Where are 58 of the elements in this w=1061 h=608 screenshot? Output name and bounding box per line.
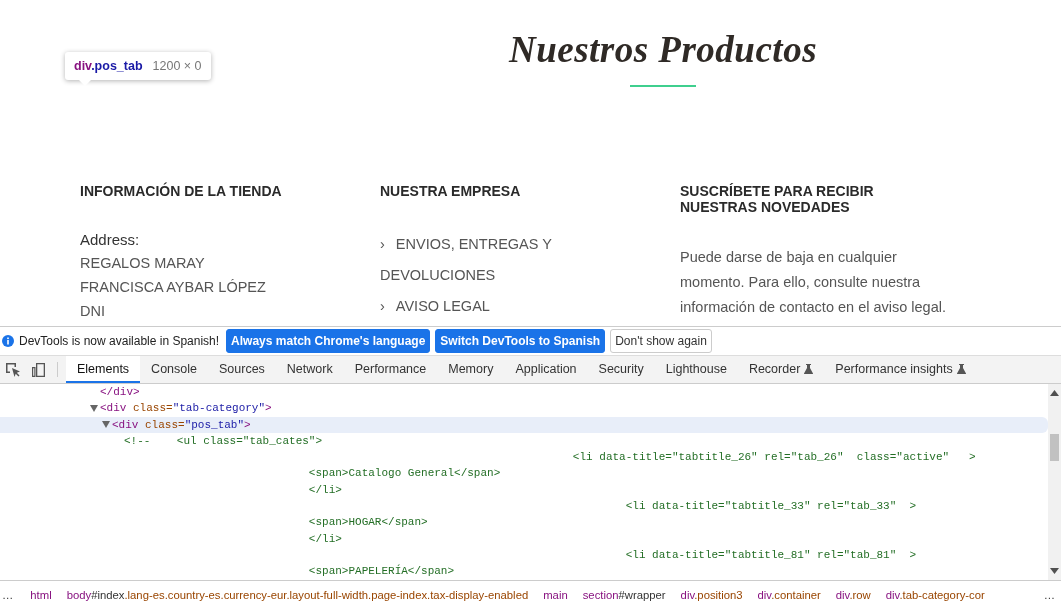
dom-node-line[interactable]: </div>	[100, 384, 140, 401]
devtools-tab[interactable]: Security	[587, 356, 655, 383]
column-heading: NUESTRA EMPRESA	[380, 183, 522, 199]
info-icon	[2, 335, 14, 347]
comment-line: <li data-title="tabtitle_81" rel="tab_81" >	[624, 547, 917, 563]
footer-link[interactable]: › ENVIOS, ENTREGAS Y DEVOLUCIONES	[380, 229, 565, 291]
address-line: FRANCISCA AYBAR LÓPEZ	[80, 278, 267, 297]
newsletter-text: Puede darse de baja en cualquier momento. Para ello, consulte nuestra información de contacto en el aviso legal.	[680, 248, 947, 317]
devtools-tab[interactable]: Memory	[437, 356, 505, 383]
comment-line: <!-- <ul class="tab_cates">	[124, 433, 323, 449]
scroll-up-icon[interactable]	[1050, 390, 1059, 396]
devtools-tab[interactable]: Console	[140, 356, 208, 383]
devtools-tab[interactable]: Elements	[66, 356, 141, 383]
comment-line: </li>	[307, 531, 342, 547]
devtools-tab[interactable]: Recorder	[737, 356, 825, 383]
devtools-tab[interactable]: Network	[275, 356, 344, 383]
breadcrumb-item[interactable]: section#wrapper	[582, 588, 666, 601]
comment-line: <span>HOGAR</span>	[307, 515, 428, 531]
breadcrumb-item[interactable]: html	[30, 588, 52, 601]
infobar-button[interactable]: Don't show again	[610, 329, 712, 353]
breadcrumb-item[interactable]: main	[543, 588, 568, 601]
scroll-down-icon[interactable]	[1050, 568, 1059, 574]
comment-line: <li data-title="tabtitle_26" rel="tab_26" class="active" >	[571, 450, 976, 466]
breadcrumb-item[interactable]: div.container	[757, 588, 821, 601]
address-line: DNI	[80, 302, 106, 321]
column-heading: INFORMACIÓN DE LA TIENDA	[80, 183, 283, 199]
scroll-left-button[interactable]: …	[0, 588, 16, 601]
address-label: Address:	[80, 230, 141, 250]
flask-icon	[804, 363, 814, 374]
infobar-button[interactable]: Switch DevTools to Spanish	[435, 329, 606, 353]
breadcrumb-item[interactable]: div.row	[835, 588, 871, 601]
device-toolbar-icon[interactable]	[31, 361, 47, 378]
address-line: REGALOS MARAY	[80, 254, 206, 273]
infobar-button[interactable]: Always match Chrome's language	[226, 329, 431, 353]
devtools-tab[interactable]: Performance	[343, 356, 438, 383]
scroll-right-button[interactable]: …	[1041, 588, 1057, 601]
breadcrumb-item[interactable]: div.tab-category-cor	[885, 588, 985, 601]
scrollbar-thumb[interactable]	[1050, 433, 1059, 461]
inspect-element-icon[interactable]	[5, 361, 21, 378]
devtools-tab[interactable]: Lighthouse	[654, 356, 738, 383]
breadcrumb-item[interactable]: div.position3	[680, 588, 743, 601]
comment-line: </li>	[307, 482, 342, 498]
column-heading: SUSCRÍBETE PARA RECIBIR NUESTRAS NOVEDADES	[680, 183, 875, 215]
scrollbar[interactable]	[1048, 384, 1061, 580]
dom-node-line[interactable]: <div class="tab-category">	[100, 400, 272, 417]
footer-link[interactable]: › AVISO LEGAL	[380, 291, 565, 322]
devtools-tab[interactable]: Sources	[208, 356, 276, 383]
dom-node-line[interactable]: <div class="pos_tab">	[112, 416, 251, 433]
expand-triangle-icon[interactable]	[102, 421, 110, 429]
section-title: Nuestros Productos	[508, 28, 818, 71]
infobar-message: DevTools is now available in Spanish!	[19, 334, 220, 348]
comment-line: <span>PAPELERÍA</span>	[307, 563, 455, 580]
devtools-tab[interactable]: Application	[504, 356, 588, 383]
flask-icon	[956, 363, 966, 374]
comment-line: <span>Catalogo General</span>	[307, 466, 501, 482]
comment-line: <li data-title="tabtitle_33" rel="tab_33" >	[624, 499, 917, 515]
breadcrumb-item[interactable]: body#index.lang-es.country-es.currency-eur.layout-full-width.page-index.tax-display-enabled	[66, 588, 529, 601]
devtools-tab[interactable]: Performance insights	[824, 356, 977, 383]
